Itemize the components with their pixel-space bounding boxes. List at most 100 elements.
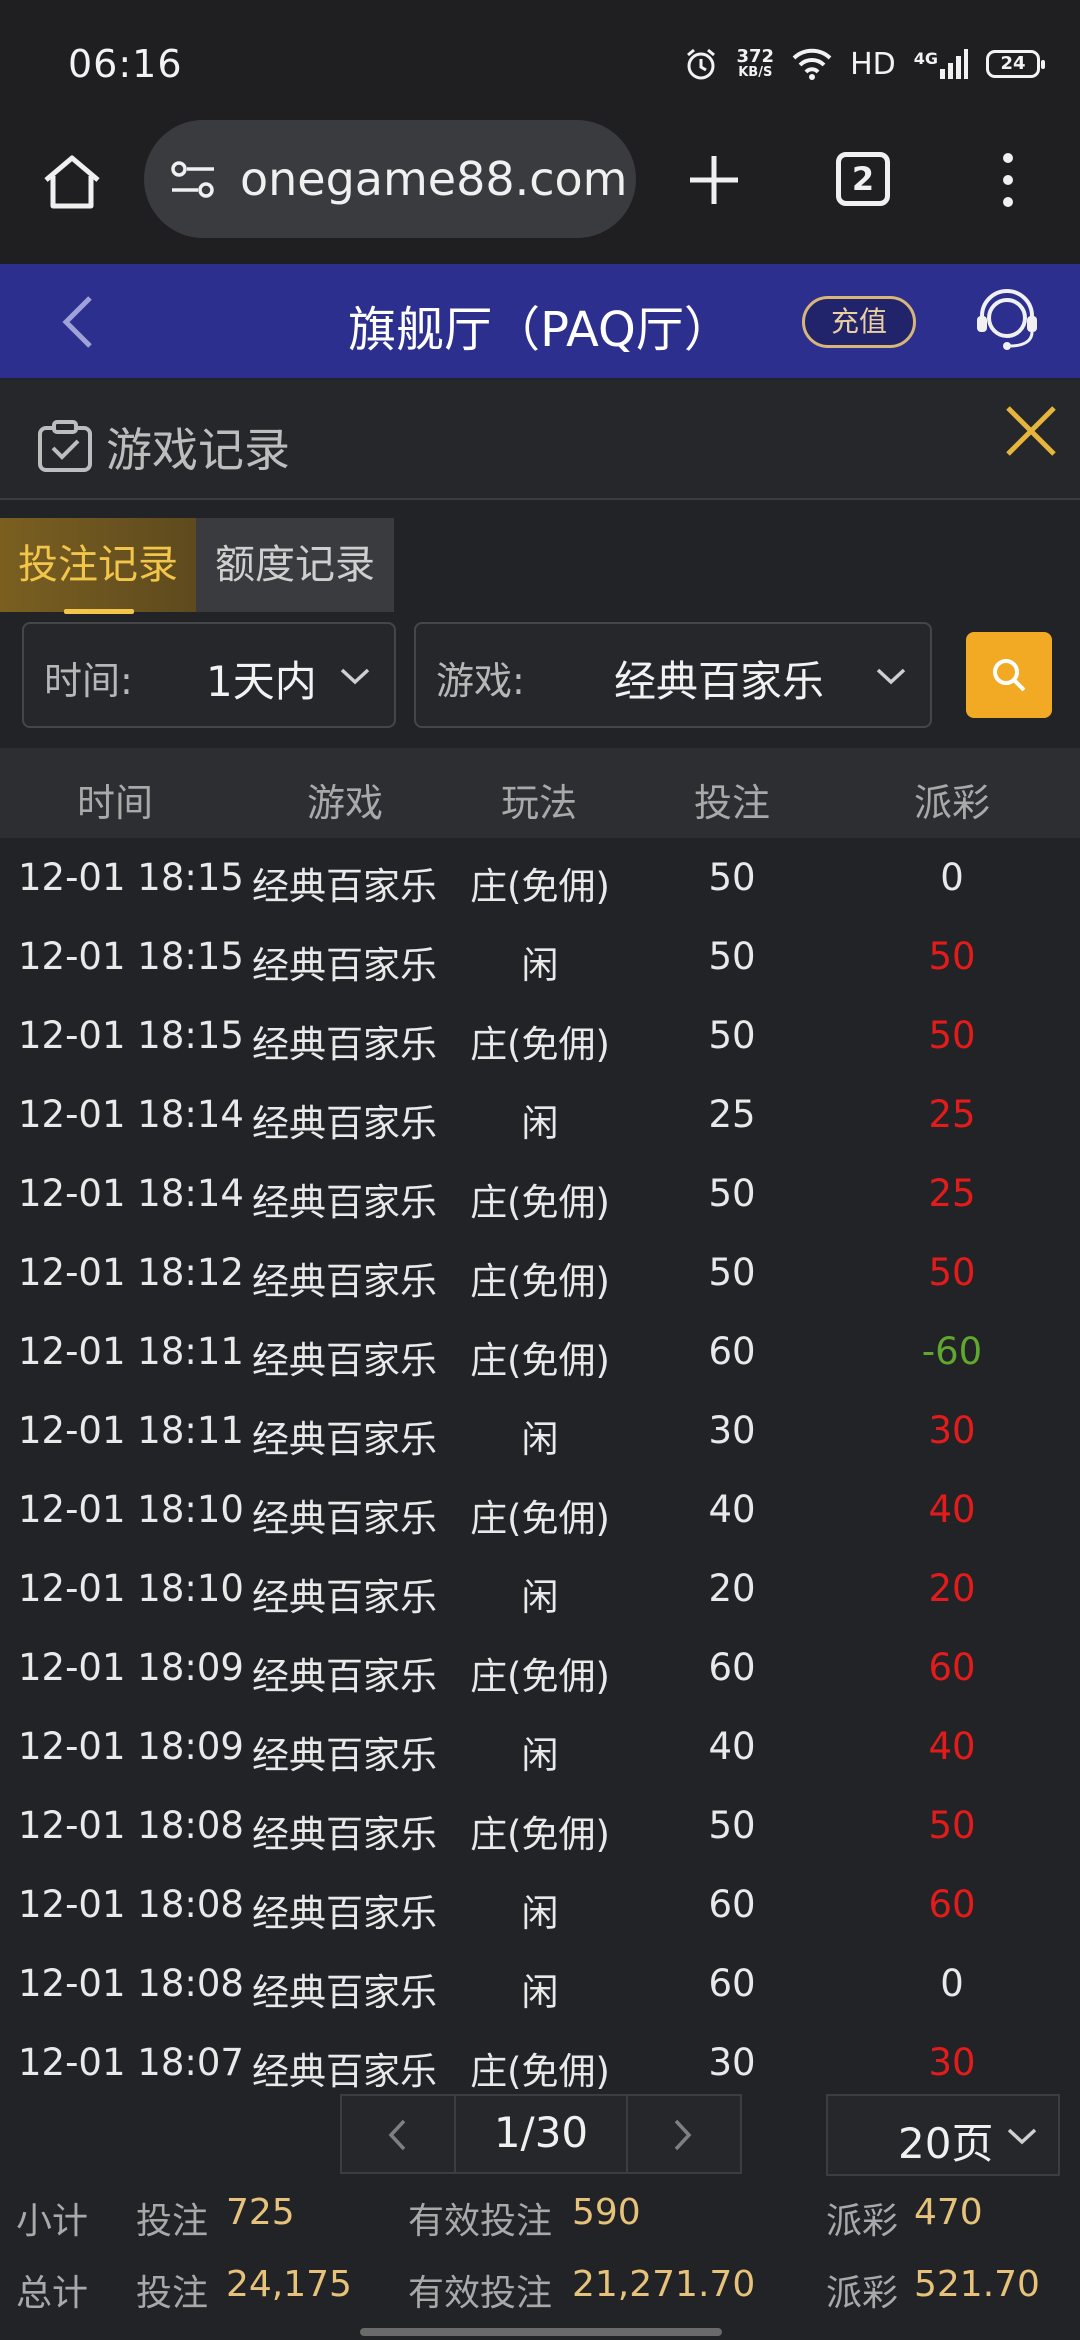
- total-payout-value: 521.70: [914, 2264, 1040, 2305]
- cell-bet: 50: [708, 856, 756, 899]
- cell-payout: 30: [928, 2041, 976, 2084]
- cell-payout: 60: [928, 1646, 976, 1689]
- cell-game: 经典百家乐: [252, 1260, 437, 1303]
- alarm-icon: [687, 48, 716, 80]
- chevron-left-icon: [388, 2119, 406, 2151]
- chevron-right-icon: [674, 2119, 692, 2151]
- table-row: 12-01 18:10 经典百家乐 庄(免佣) 40 40: [0, 1470, 1080, 1549]
- search-icon: [993, 659, 1026, 692]
- next-page-button[interactable]: [626, 2096, 740, 2172]
- cell-game: 经典百家乐: [252, 1655, 437, 1698]
- cell-play: 闲: [521, 1576, 559, 1619]
- site-header: 旗舰厅（PAQ厅） 充值: [0, 264, 1080, 378]
- cell-bet: 50: [708, 1804, 756, 1847]
- cell-game: 经典百家乐: [252, 865, 437, 908]
- cell-time: 12-01 18:15: [18, 1014, 244, 1057]
- new-tab-icon[interactable]: [684, 150, 744, 210]
- subtotal-bet-value: 725: [226, 2192, 295, 2233]
- column-header-game: 游戏: [306, 781, 383, 825]
- home-indicator[interactable]: [360, 2328, 722, 2336]
- browser-toolbar: onegame88.com/ 2: [0, 120, 1080, 264]
- total-valid-label: 有效投注: [408, 2273, 553, 2314]
- total-row: 总计 投注 24,175 有效投注 21,271.70 派彩 521.70: [0, 2264, 1080, 2324]
- total-valid-value: 21,271.70: [572, 2264, 756, 2305]
- table-row: 12-01 18:15 经典百家乐 庄(免佣) 50 0: [0, 838, 1080, 917]
- cell-game: 经典百家乐: [252, 1576, 437, 1619]
- subtotal-valid-value: 590: [572, 2192, 641, 2233]
- prev-page-button[interactable]: [342, 2096, 456, 2172]
- cell-bet: 20: [708, 1567, 756, 1610]
- cell-payout: 30: [928, 1409, 976, 1452]
- subtotal-row: 小计 投注 725 有效投注 590 派彩 470: [0, 2192, 1080, 2252]
- cell-time: 12-01 18:11: [18, 1330, 244, 1373]
- chevron-down-icon: [876, 668, 906, 685]
- cell-play: 庄(免佣): [470, 1023, 610, 1066]
- cell-play: 闲: [521, 1892, 559, 1935]
- cell-payout: 60: [928, 1883, 976, 1926]
- total-payout-label: 派彩: [826, 2273, 899, 2314]
- tab-bet-records[interactable]: 投注记录: [0, 518, 196, 614]
- cell-play: 庄(免佣): [470, 1497, 610, 1540]
- cell-time: 12-01 18:14: [18, 1172, 244, 1215]
- tab-switcher-button[interactable]: 2: [836, 152, 890, 206]
- table-row: 12-01 18:12 经典百家乐 庄(免佣) 50 50: [0, 1233, 1080, 1312]
- table-row: 12-01 18:08 经典百家乐 闲 60 60: [0, 1865, 1080, 1944]
- net-speed: 372 KB/S: [736, 46, 775, 80]
- cell-payout: 40: [928, 1725, 976, 1768]
- site-settings-icon[interactable]: [170, 160, 216, 200]
- cell-play: 庄(免佣): [470, 1260, 610, 1303]
- total-bet-value: 24,175: [226, 2264, 352, 2305]
- cell-play: 闲: [521, 1971, 559, 2014]
- game-filter-select[interactable]: 游戏: 经典百家乐: [414, 622, 932, 728]
- cell-time: 12-01 18:08: [18, 1962, 244, 2005]
- table-row: 12-01 18:07 经典百家乐 庄(免佣) 30 30: [0, 2023, 1080, 2102]
- address-bar[interactable]: onegame88.com/: [144, 120, 636, 238]
- cell-game: 经典百家乐: [252, 944, 437, 987]
- search-button[interactable]: [966, 632, 1052, 718]
- table-row: 12-01 18:08 经典百家乐 闲 60 0: [0, 1944, 1080, 2023]
- table-row: 12-01 18:08 经典百家乐 庄(免佣) 50 50: [0, 1786, 1080, 1865]
- cell-payout: 20: [928, 1567, 976, 1610]
- page-size-select[interactable]: 20页: [826, 2094, 1060, 2176]
- cell-time: 12-01 18:15: [18, 856, 244, 899]
- total-bet-label: 投注: [136, 2273, 209, 2314]
- cell-payout: 0: [940, 1962, 964, 2005]
- cell-play: 庄(免佣): [470, 1181, 610, 1224]
- game-filter-label: 游戏:: [436, 659, 525, 703]
- cell-bet: 25: [708, 1093, 756, 1136]
- cell-payout: 0: [940, 856, 964, 899]
- customer-service-icon[interactable]: [972, 286, 1042, 356]
- column-header-play: 玩法: [500, 781, 577, 825]
- cell-time: 12-01 18:11: [18, 1409, 244, 1452]
- tab-credit-records[interactable]: 额度记录: [196, 518, 394, 612]
- more-menu-icon[interactable]: [996, 148, 1020, 212]
- cell-game: 经典百家乐: [252, 1497, 437, 1540]
- page-size-value: 20页: [898, 2119, 994, 2168]
- records-table-body: 12-01 18:15 经典百家乐 庄(免佣) 50 0 12-01 18:15 经典百家…: [0, 838, 1080, 2102]
- table-row: 12-01 18:09 经典百家乐 庄(免佣) 60 60: [0, 1628, 1080, 1707]
- game-filter-value: 经典百家乐: [614, 657, 825, 706]
- cell-play: 庄(免佣): [470, 865, 610, 908]
- cell-play: 庄(免佣): [470, 1339, 610, 1382]
- subtotal-payout-label: 派彩: [826, 2201, 899, 2242]
- cell-time: 12-01 18:09: [18, 1646, 244, 1689]
- cell-game: 经典百家乐: [252, 1418, 437, 1461]
- cell-payout: 50: [928, 1251, 976, 1294]
- home-icon[interactable]: [40, 150, 104, 214]
- table-row: 12-01 18:10 经典百家乐 闲 20 20: [0, 1549, 1080, 1628]
- close-icon[interactable]: [1004, 404, 1058, 458]
- subtotal-label: 小计: [16, 2201, 89, 2242]
- url-text[interactable]: onegame88.com/: [240, 152, 624, 206]
- time-filter-select[interactable]: 时间: 1天内: [22, 622, 396, 728]
- cell-payout: 50: [928, 1014, 976, 1057]
- recharge-button[interactable]: 充值: [802, 296, 916, 348]
- status-time: 06:16: [68, 42, 183, 86]
- cell-bet: 60: [708, 1646, 756, 1689]
- cell-bet: 50: [708, 935, 756, 978]
- cell-time: 12-01 18:10: [18, 1488, 244, 1531]
- cell-play: 闲: [521, 944, 559, 987]
- panel-title: 游戏记录: [106, 423, 290, 477]
- subtotal-payout-value: 470: [914, 2192, 983, 2233]
- wifi-icon: [792, 48, 832, 80]
- cell-game: 经典百家乐: [252, 1734, 437, 1777]
